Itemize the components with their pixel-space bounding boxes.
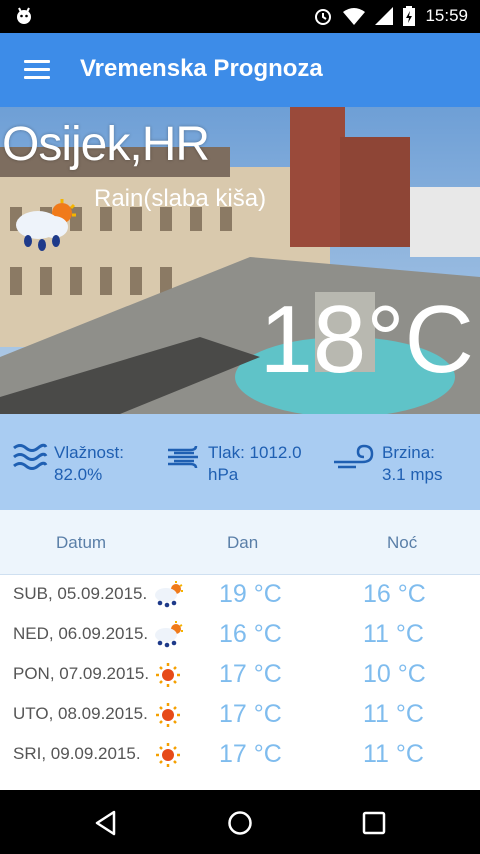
back-icon[interactable]: [94, 810, 118, 836]
android-icon: [17, 7, 31, 24]
pressure-stat: Tlak: 1012.0 hPa: [166, 442, 302, 486]
city-name: Osijek,HR: [2, 118, 210, 171]
rain-cloud-sun-icon: [155, 621, 183, 648]
forecast-night-temp: 11 °C: [363, 620, 424, 648]
humidity-value: 82.0%: [54, 465, 103, 484]
forecast-day-temp: 17 °C: [219, 740, 282, 768]
humidity-stat: Vlažnost: 82.0%: [12, 442, 124, 486]
pressure-unit: hPa: [208, 465, 239, 484]
forecast-table-header: Datum Dan Noć: [0, 510, 480, 575]
forecast-date: UTO, 08.09.2015.: [13, 704, 148, 723]
forecast-day-temp: 16 °C: [219, 620, 282, 648]
forecast-night-temp: 11 °C: [363, 700, 424, 728]
menu-icon[interactable]: [24, 60, 50, 80]
status-time: 15:59: [425, 6, 468, 25]
forecast-day-temp: 17 °C: [219, 700, 282, 728]
sun-icon: [156, 703, 180, 727]
battery-charging-icon: [403, 6, 416, 26]
wind-icon: [168, 445, 198, 469]
app-bar: Vremenska Prognoza: [0, 33, 480, 107]
forecast-row[interactable]: PON, 07.09.2015. 17 °C 10 °C: [0, 656, 480, 696]
header-day: Dan: [227, 533, 259, 552]
pressure-label: Tlak: 1012.0: [208, 443, 302, 462]
forecast-night-temp: 11 °C: [363, 740, 424, 768]
wind-speed-value: 3.1 mps: [382, 465, 443, 484]
wifi-icon: [343, 8, 366, 25]
forecast-night-temp: 16 °C: [363, 580, 426, 608]
alarm-icon: [315, 9, 332, 25]
navigation-bar: [0, 790, 480, 854]
waves-icon: [13, 443, 48, 470]
app-title: Vremenska Prognoza: [80, 55, 323, 82]
forecast-date: NED, 06.09.2015.: [13, 624, 149, 643]
wind-speed-stat: Brzina: 3.1 mps: [332, 442, 442, 486]
humidity-label: Vlažnost:: [54, 443, 124, 462]
forecast-row[interactable]: UTO, 08.09.2015. 17 °C 11 °C: [0, 696, 480, 736]
forecast-row[interactable]: NED, 06.09.2015. 16 °C 11 °C: [0, 616, 480, 656]
home-icon[interactable]: [227, 810, 253, 836]
rain-cloud-sun-icon: [16, 199, 76, 251]
header-night: Noć: [387, 533, 418, 552]
forecast-day-temp: 17 °C: [219, 660, 282, 688]
current-temperature: 18°C: [259, 286, 475, 393]
sun-icon: [156, 743, 180, 767]
weather-description: Rain(slaba kiša): [94, 185, 267, 212]
wind-speed-label: Brzina:: [382, 443, 435, 462]
forecast-date: PON, 07.09.2015.: [13, 664, 150, 683]
sun-icon: [156, 663, 180, 687]
forecast-night-temp: 10 °C: [363, 660, 426, 688]
weather-stats: Vlažnost: 82.0% Tlak: 1012.0 hPa Brzina: 3.…: [0, 414, 480, 510]
forecast-date: SUB, 05.09.2015.: [13, 584, 148, 603]
forecast-row[interactable]: SUB, 05.09.2015. 19 °C 16 °C: [0, 576, 480, 616]
status-bar: 15:59: [0, 0, 480, 33]
signal-icon: [375, 7, 394, 25]
forecast-row[interactable]: SRI, 09.09.2015. 17 °C 11 °C: [0, 736, 480, 776]
forecast-date: SRI, 09.09.2015.: [13, 744, 141, 763]
rain-cloud-sun-icon: [155, 581, 183, 608]
forecast-day-temp: 19 °C: [219, 580, 282, 608]
recents-icon[interactable]: [362, 811, 386, 835]
wind-swirl-icon: [334, 444, 374, 469]
current-weather-hero: Osijek,HR Rain(slaba kiša) 18°C: [0, 107, 480, 414]
header-date: Datum: [56, 533, 107, 552]
